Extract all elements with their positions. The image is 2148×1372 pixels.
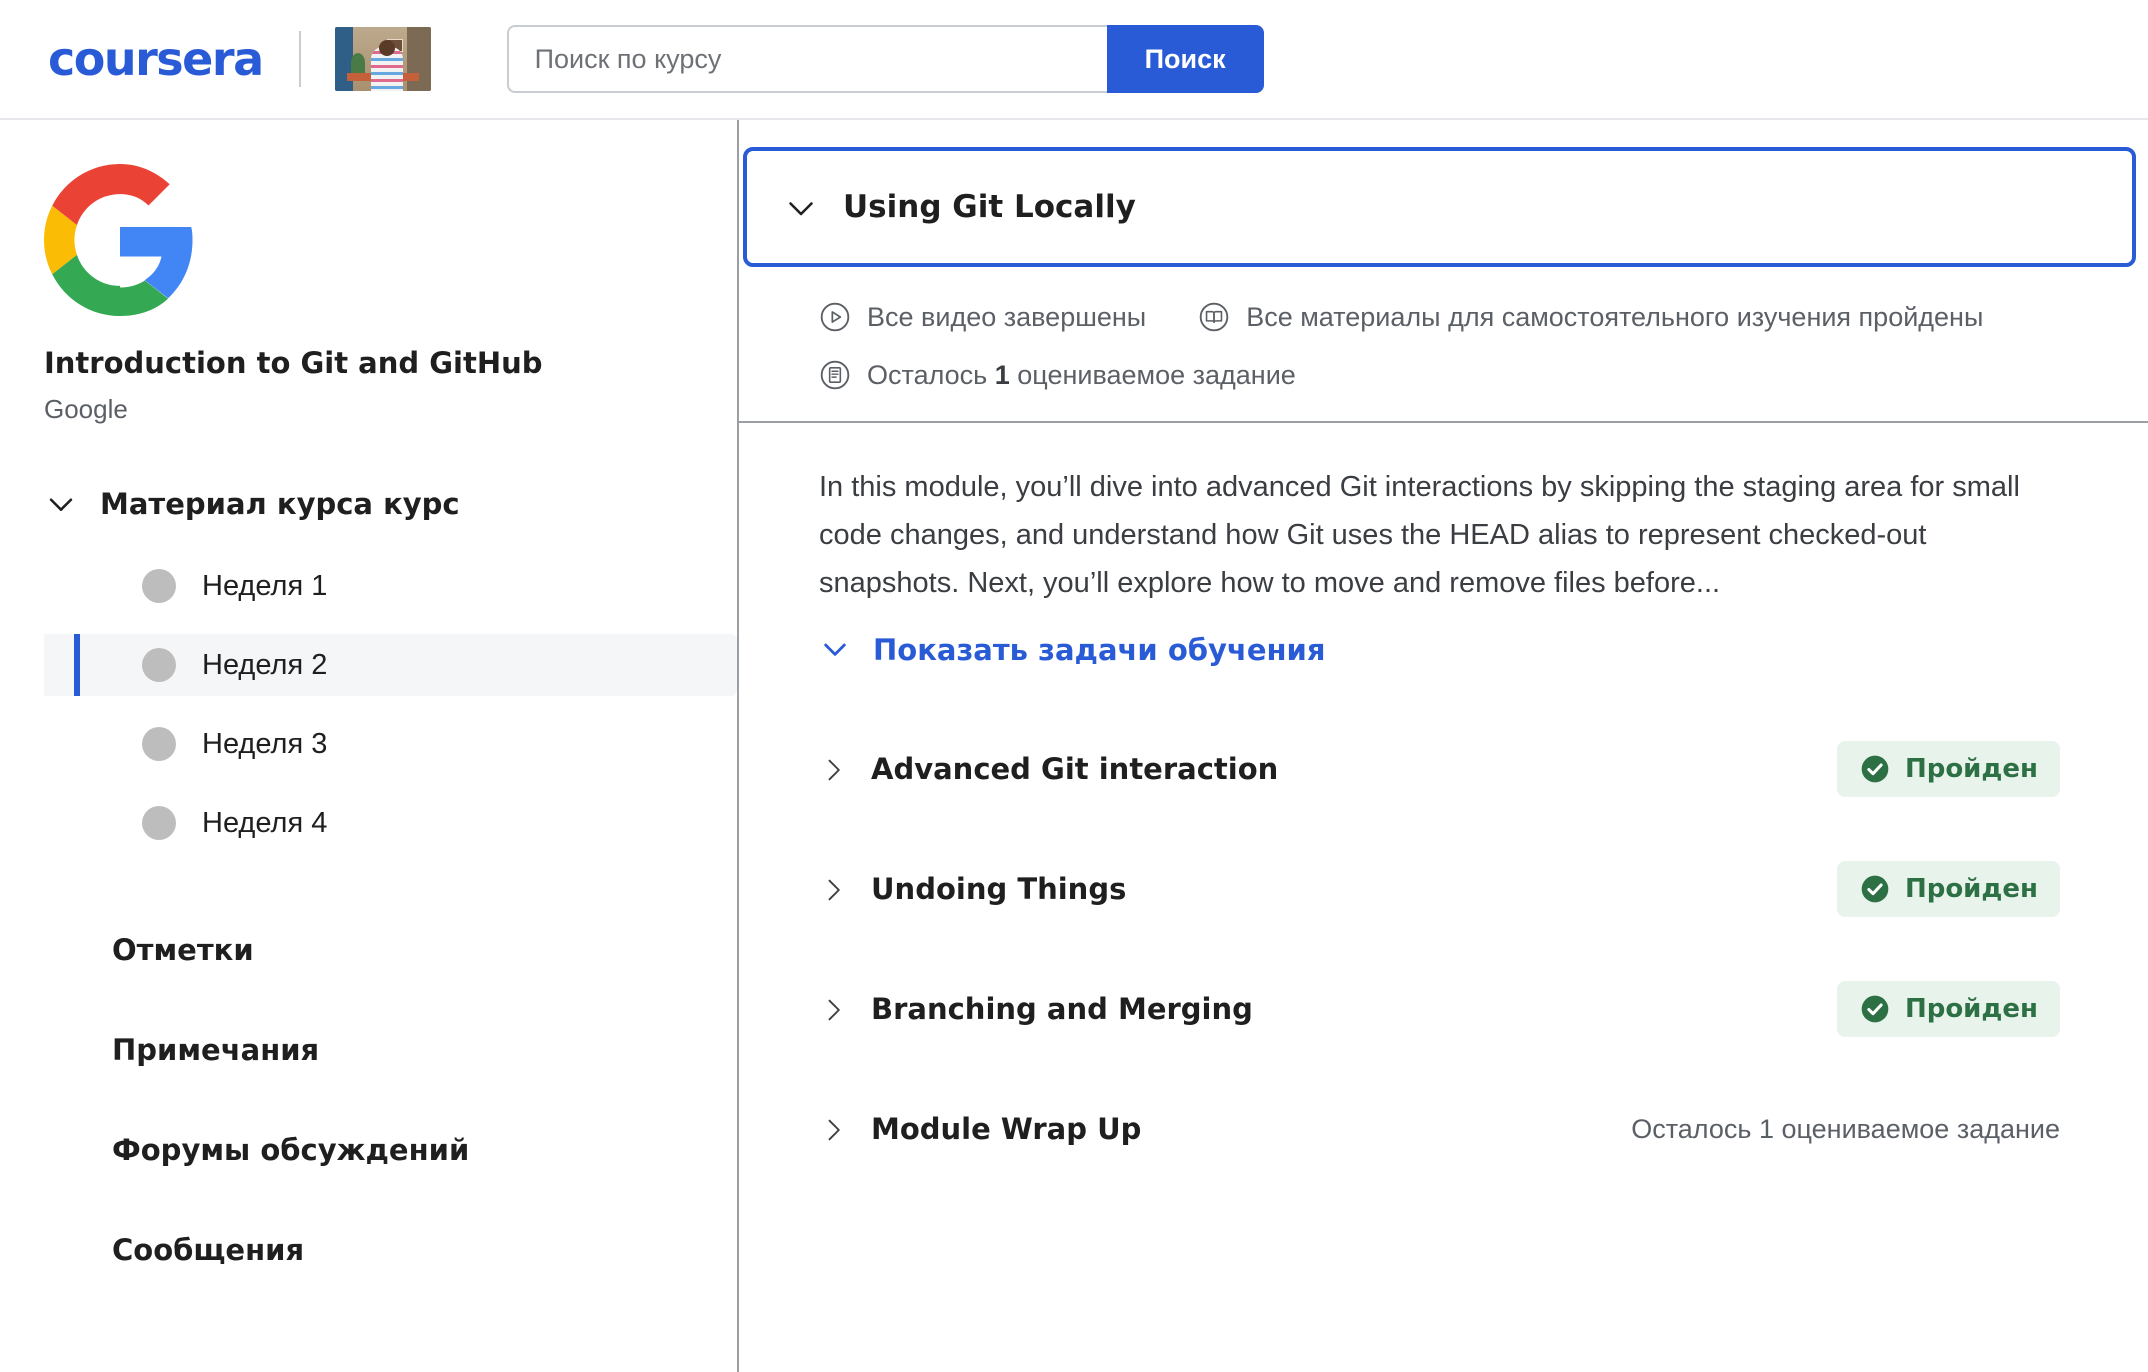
course-partner-name: Google [44, 394, 128, 424]
sidebar-item-week-2[interactable]: Неделя 2 [44, 634, 737, 696]
search-input[interactable] [506, 25, 1107, 93]
lesson-title: Undoing Things [871, 872, 1127, 907]
status-assignments: Осталось 1 оцениваемое задание [819, 359, 1296, 391]
status-videos: Все видео завершены [819, 301, 1146, 333]
module-title: Using Git Locally [843, 189, 1136, 225]
status-readings: Все материалы для самостоятельного изуче… [1198, 301, 1983, 333]
play-circle-icon [819, 301, 851, 333]
week-list: Неделя 1 Неделя 2 Неделя 3 Неделя 4 [44, 555, 737, 854]
lesson-row[interactable]: Module Wrap Up Осталось 1 оцениваемое за… [739, 1069, 2148, 1189]
week-status-dot-icon [142, 806, 176, 840]
week-label: Неделя 3 [202, 727, 328, 760]
course-sidebar: Introduction to Git and GitHub Google Ма… [0, 120, 737, 1372]
check-circle-icon [1859, 873, 1891, 905]
course-material-label: Материал курса курс [100, 487, 460, 521]
lesson-status-text: Осталось 1 оцениваемое задание [1631, 1113, 2060, 1144]
lesson-row[interactable]: Undoing Things Пройден [739, 829, 2148, 949]
week-status-dot-icon [142, 648, 176, 682]
sidebar-item-messages[interactable]: Сообщения [44, 1200, 737, 1300]
header-divider [298, 31, 301, 87]
chevron-right-icon [819, 754, 845, 784]
status-assignments-label: Осталось 1 оцениваемое задание [867, 359, 1296, 390]
google-logo-icon [44, 164, 196, 316]
status-badge-label: Пройден [1904, 994, 2038, 1025]
lesson-row[interactable]: Branching and Merging Пройден [739, 949, 2148, 1069]
sidebar-item-week-3[interactable]: Неделя 3 [44, 713, 737, 775]
check-circle-icon [1859, 753, 1891, 785]
week-label: Неделя 1 [202, 569, 328, 602]
status-readings-label: Все материалы для самостоятельного изуче… [1246, 301, 1984, 332]
week-status-dot-icon [142, 727, 176, 761]
module-header-toggle[interactable]: Using Git Locally [743, 147, 2136, 267]
week-status-dot-icon [142, 569, 176, 603]
chevron-right-icon [819, 874, 845, 904]
lesson-list: Advanced Git interaction Пройден Undoing… [739, 709, 2148, 1189]
course-title: Introduction to Git and GitHub [44, 346, 543, 380]
coursera-logo[interactable]: coursera [48, 32, 264, 86]
chevron-down-icon [819, 633, 853, 667]
week-label: Неделя 4 [202, 806, 328, 839]
sidebar-item-grades[interactable]: Отметки [44, 900, 737, 1000]
course-search: Поиск [506, 25, 1264, 93]
top-header: coursera Поиск [0, 0, 2148, 120]
assignment-circle-icon [819, 359, 851, 391]
show-learning-objectives-link[interactable]: Показать задачи обучения [819, 633, 2058, 667]
course-material-section-toggle[interactable]: Материал курса курс [44, 487, 737, 521]
chevron-right-icon [819, 1114, 845, 1144]
book-circle-icon [1198, 301, 1230, 333]
check-circle-icon [1859, 993, 1891, 1025]
chevron-down-icon [783, 190, 817, 224]
status-badge-label: Пройден [1904, 754, 2038, 785]
module-panel: Using Git Locally Все видео завершены Вс… [737, 120, 2148, 1372]
sidebar-item-week-1[interactable]: Неделя 1 [44, 555, 737, 617]
chevron-down-icon [44, 487, 78, 521]
module-description-block: In this module, you’ll dive into advance… [739, 423, 2148, 667]
lesson-title: Module Wrap Up [871, 1112, 1142, 1147]
week-label: Неделя 2 [202, 648, 328, 681]
chevron-right-icon [819, 994, 845, 1024]
status-badge: Пройден [1836, 741, 2060, 798]
lesson-row[interactable]: Advanced Git interaction Пройден [739, 709, 2148, 829]
sidebar-item-discussion-forums[interactable]: Форумы обсуждений [44, 1100, 737, 1200]
show-learning-objectives-label: Показать задачи обучения [873, 633, 1326, 668]
sidebar-item-notes[interactable]: Примечания [44, 1000, 737, 1100]
status-videos-label: Все видео завершены [867, 301, 1147, 332]
status-badge: Пройден [1836, 981, 2060, 1038]
course-partner-thumbnail[interactable] [334, 27, 431, 91]
status-badge: Пройден [1836, 861, 2060, 918]
search-button[interactable]: Поиск [1106, 25, 1264, 93]
module-description: In this module, you’ll dive into advance… [819, 471, 2020, 600]
sidebar-item-week-4[interactable]: Неделя 4 [44, 792, 737, 854]
status-badge-label: Пройден [1904, 874, 2038, 905]
lesson-title: Advanced Git interaction [871, 752, 1279, 787]
module-status-summary: Все видео завершены Все материалы для са… [739, 267, 2148, 423]
lesson-title: Branching and Merging [871, 992, 1253, 1027]
